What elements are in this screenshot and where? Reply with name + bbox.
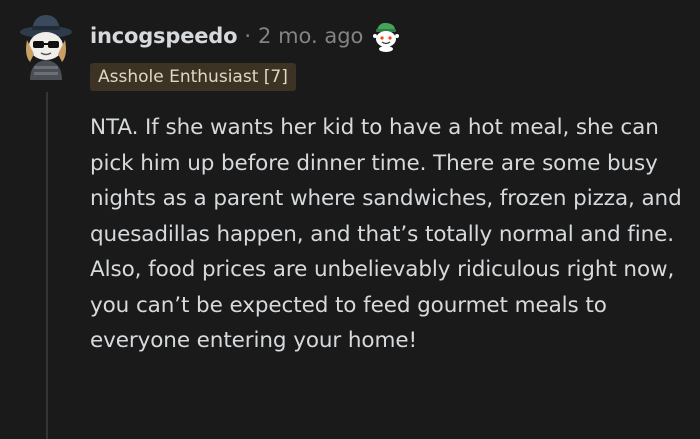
timestamp[interactable]: 2 mo. ago [258,24,363,48]
user-flair: Asshole Enthusiast [7] [90,63,296,91]
user-avatar[interactable] [14,10,78,80]
comment-header: incogspeedo · 2 mo. ago [90,20,401,52]
meta-separator: · [244,24,252,48]
snoo-award-icon[interactable] [371,20,401,52]
thread-line[interactable] [46,92,48,439]
username-link[interactable]: incogspeedo [90,24,238,48]
comment-body: NTA. If she wants her kid to have a hot … [90,115,682,353]
